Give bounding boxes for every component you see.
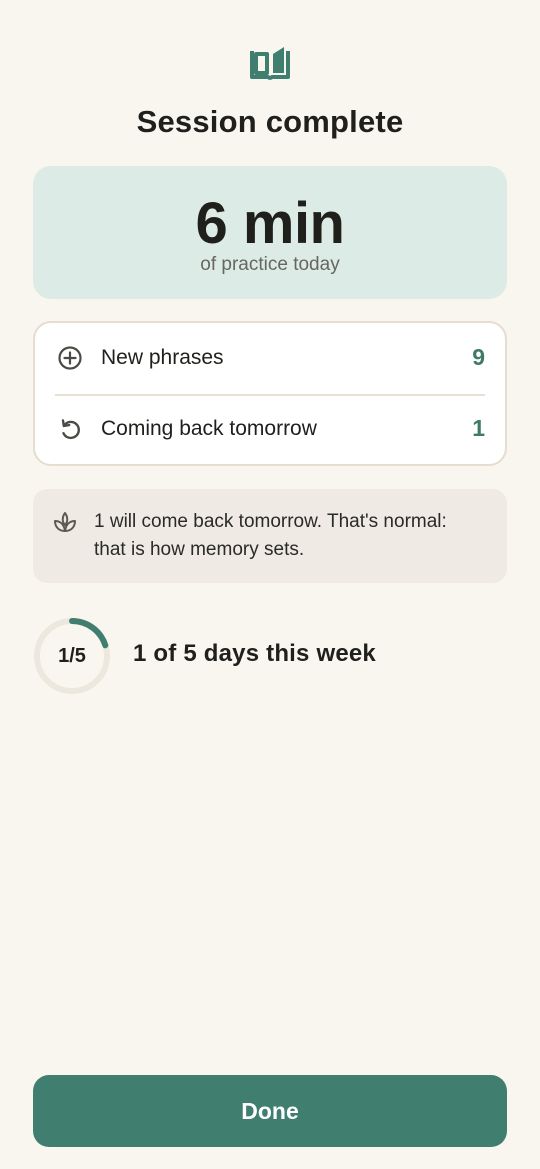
note-text: 1 will come back tomorrow. That's normal… <box>94 511 447 560</box>
weekly-progress-label: 1 of 5 days this week <box>133 640 376 667</box>
practice-duration: 6 min <box>195 191 346 256</box>
stat-value: 1 <box>472 415 485 441</box>
stat-row-coming-back: Coming back tomorrow 1 <box>35 394 505 464</box>
sprout-icon <box>54 512 76 532</box>
stat-value: 9 <box>472 344 485 370</box>
weekly-progress-fraction: 1/5 <box>58 645 86 667</box>
stat-label: New phrases <box>101 346 224 369</box>
practice-caption: of practice today <box>200 254 340 275</box>
stat-row-new-phrases: New phrases 9 <box>35 323 505 393</box>
session-stats-card: New phrases 9 Coming back tomorrow 1 <box>33 321 507 466</box>
stat-label: Coming back tomorrow <box>101 417 317 440</box>
open-book-icon <box>250 47 290 80</box>
done-button[interactable]: Done <box>33 1075 507 1147</box>
info-note-card: 1 will come back tomorrow. That's normal… <box>33 489 507 583</box>
plus-circle-icon <box>58 346 82 370</box>
practice-summary-card: 6 min of practice today <box>33 166 507 299</box>
page-title: Session complete <box>136 104 404 139</box>
refresh-icon <box>61 419 80 440</box>
